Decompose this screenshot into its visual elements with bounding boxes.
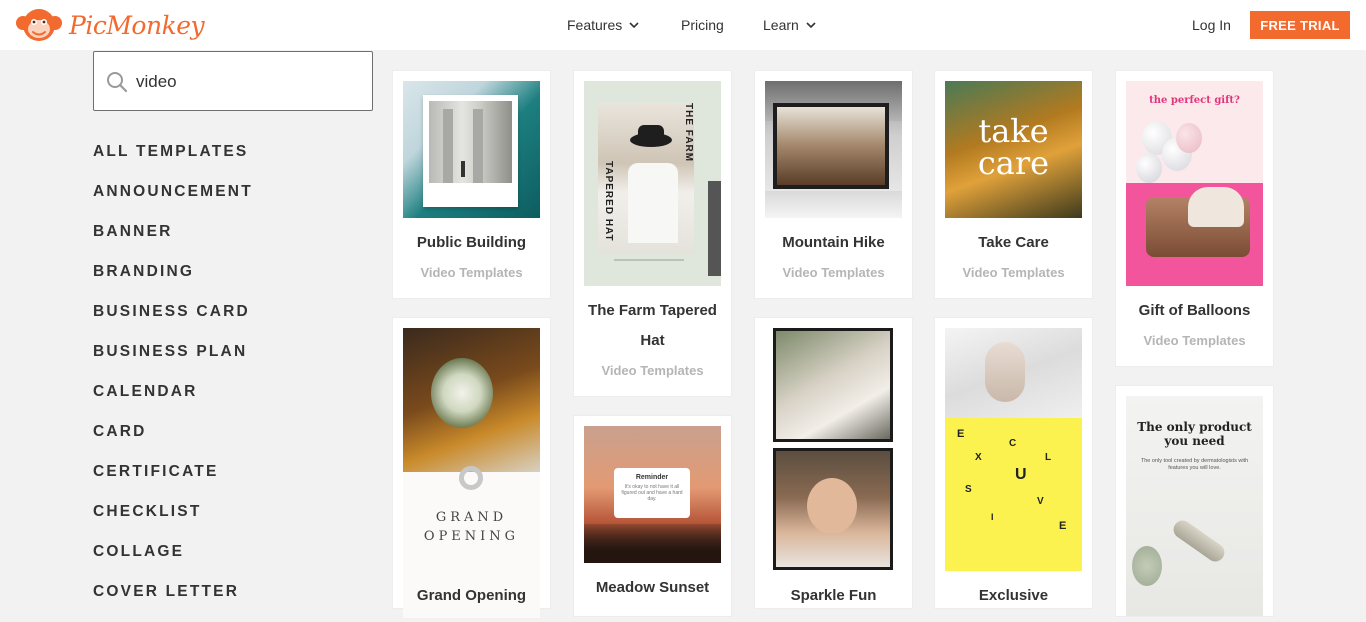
art-text: Reminder — [635, 474, 669, 481]
art-text: U — [1015, 466, 1027, 483]
picmonkey-logo[interactable]: PicMonkey — [14, 7, 205, 43]
template-thumbnail: the perfect gift? — [1126, 81, 1263, 286]
template-category: Video Templates — [601, 363, 704, 378]
nav-learn-label: Learn — [763, 17, 799, 33]
category-business-plan[interactable]: BUSINESS PLAN — [93, 342, 253, 382]
template-title: Exclusive — [978, 587, 1049, 604]
template-title: The Farm Tapered Hat — [588, 302, 717, 349]
category-checklist[interactable]: CHECKLIST — [93, 502, 253, 542]
nav-features[interactable]: Features — [567, 17, 639, 33]
category-branding[interactable]: BRANDING — [93, 262, 253, 302]
template-category: Video Templates — [1143, 333, 1246, 348]
category-card[interactable]: CARD — [93, 422, 253, 462]
template-title: Mountain Hike — [782, 234, 885, 251]
art-text: X — [975, 452, 982, 463]
art-text: take — [978, 112, 1049, 150]
template-title: Grand Opening — [416, 587, 527, 604]
art-text: S — [965, 484, 972, 495]
template-thumbnail: GRAND OPENING — [403, 328, 540, 618]
template-thumbnail: The only product you need The only tool … — [1126, 396, 1263, 616]
category-list: ALL TEMPLATES ANNOUNCEMENT BANNER BRANDI… — [93, 142, 253, 622]
art-text: The only tool created by dermatologists … — [1140, 458, 1249, 471]
template-thumbnail: Reminder It's okay to not have it all fi… — [584, 426, 721, 563]
art-text: The only product you need — [1137, 420, 1252, 448]
template-category: Video Templates — [420, 265, 523, 280]
art-text: I — [991, 512, 994, 522]
login-label: Log In — [1192, 17, 1231, 33]
template-card-sparkle-fun[interactable]: Sparkle Fun — [755, 318, 912, 608]
template-card-grand-opening[interactable]: GRAND OPENING Grand Opening — [393, 318, 550, 618]
nav-features-label: Features — [567, 17, 623, 33]
template-card-meadow-sunset[interactable]: Reminder It's okay to not have it all fi… — [574, 416, 731, 616]
art-text: C — [1009, 438, 1017, 449]
template-category: Video Templates — [962, 265, 1065, 280]
category-all-templates[interactable]: ALL TEMPLATES — [93, 142, 253, 182]
category-business-card[interactable]: BUSINESS CARD — [93, 302, 253, 342]
nav-pricing-label: Pricing — [681, 17, 724, 33]
art-text: E — [1059, 520, 1067, 532]
template-card-product[interactable]: The only product you need The only tool … — [1116, 386, 1273, 616]
nav-learn[interactable]: Learn — [763, 17, 816, 33]
art-text: TAPERED HAT — [603, 161, 614, 242]
template-thumbnail — [765, 328, 902, 583]
template-title: Take Care — [978, 234, 1049, 251]
template-title: Sparkle Fun — [790, 587, 877, 604]
category-cover-letter[interactable]: COVER LETTER — [93, 582, 253, 622]
category-banner[interactable]: BANNER — [93, 222, 253, 262]
template-thumbnail: E X C L U S I V E — [945, 328, 1082, 571]
logo-text: PicMonkey — [69, 10, 205, 40]
template-card-mountain-hike[interactable]: Mountain Hike Video Templates — [755, 71, 912, 298]
template-card-exclusive[interactable]: E X C L U S I V E Exclusive — [935, 318, 1092, 608]
top-navigation-bar: PicMonkey Features Pricing Learn Log In … — [0, 0, 1366, 50]
free-trial-button[interactable]: FREE TRIAL — [1250, 11, 1350, 39]
template-card-public-building[interactable]: Public Building Video Templates — [393, 71, 550, 298]
template-card-take-care[interactable]: take care Take Care Video Templates — [935, 71, 1092, 298]
art-text: OPENING — [423, 529, 520, 544]
template-card-gift-of-balloons[interactable]: the perfect gift? Gift of Balloons Video… — [1116, 71, 1273, 366]
template-category: Video Templates — [782, 265, 885, 280]
art-text: V — [1037, 496, 1044, 507]
art-text: L — [1045, 452, 1052, 463]
template-thumbnail: take care — [945, 81, 1082, 218]
category-collage[interactable]: COLLAGE — [93, 542, 253, 582]
search-icon — [107, 72, 128, 93]
art-text: It's okay to not have it all figured out… — [621, 484, 683, 502]
template-title: Public Building — [416, 234, 527, 251]
template-thumbnail: THE FARM TAPERED HAT — [584, 81, 721, 286]
art-text: GRAND — [435, 510, 508, 525]
monkey-logo-icon — [16, 9, 62, 41]
template-title: Gift of Balloons — [1138, 302, 1251, 319]
category-announcement[interactable]: ANNOUNCEMENT — [93, 182, 253, 222]
search-box — [93, 51, 373, 111]
category-calendar[interactable]: CALENDAR — [93, 382, 253, 422]
template-thumbnail — [403, 81, 540, 218]
nav-pricing[interactable]: Pricing — [681, 17, 724, 33]
art-text: care — [977, 144, 1050, 182]
art-text: E — [957, 428, 965, 440]
art-text: THE FARM — [683, 103, 694, 163]
template-title: Meadow Sunset — [595, 579, 710, 596]
category-certificate[interactable]: CERTIFICATE — [93, 462, 253, 502]
login-link[interactable]: Log In — [1192, 17, 1231, 33]
art-text: the perfect gift? — [1149, 95, 1240, 106]
template-thumbnail — [765, 81, 902, 218]
chevron-down-icon — [806, 22, 816, 28]
template-card-farm-tapered-hat[interactable]: THE FARM TAPERED HAT The Farm Tapered Ha… — [574, 71, 731, 396]
chevron-down-icon — [629, 22, 639, 28]
search-input[interactable] — [136, 70, 356, 94]
